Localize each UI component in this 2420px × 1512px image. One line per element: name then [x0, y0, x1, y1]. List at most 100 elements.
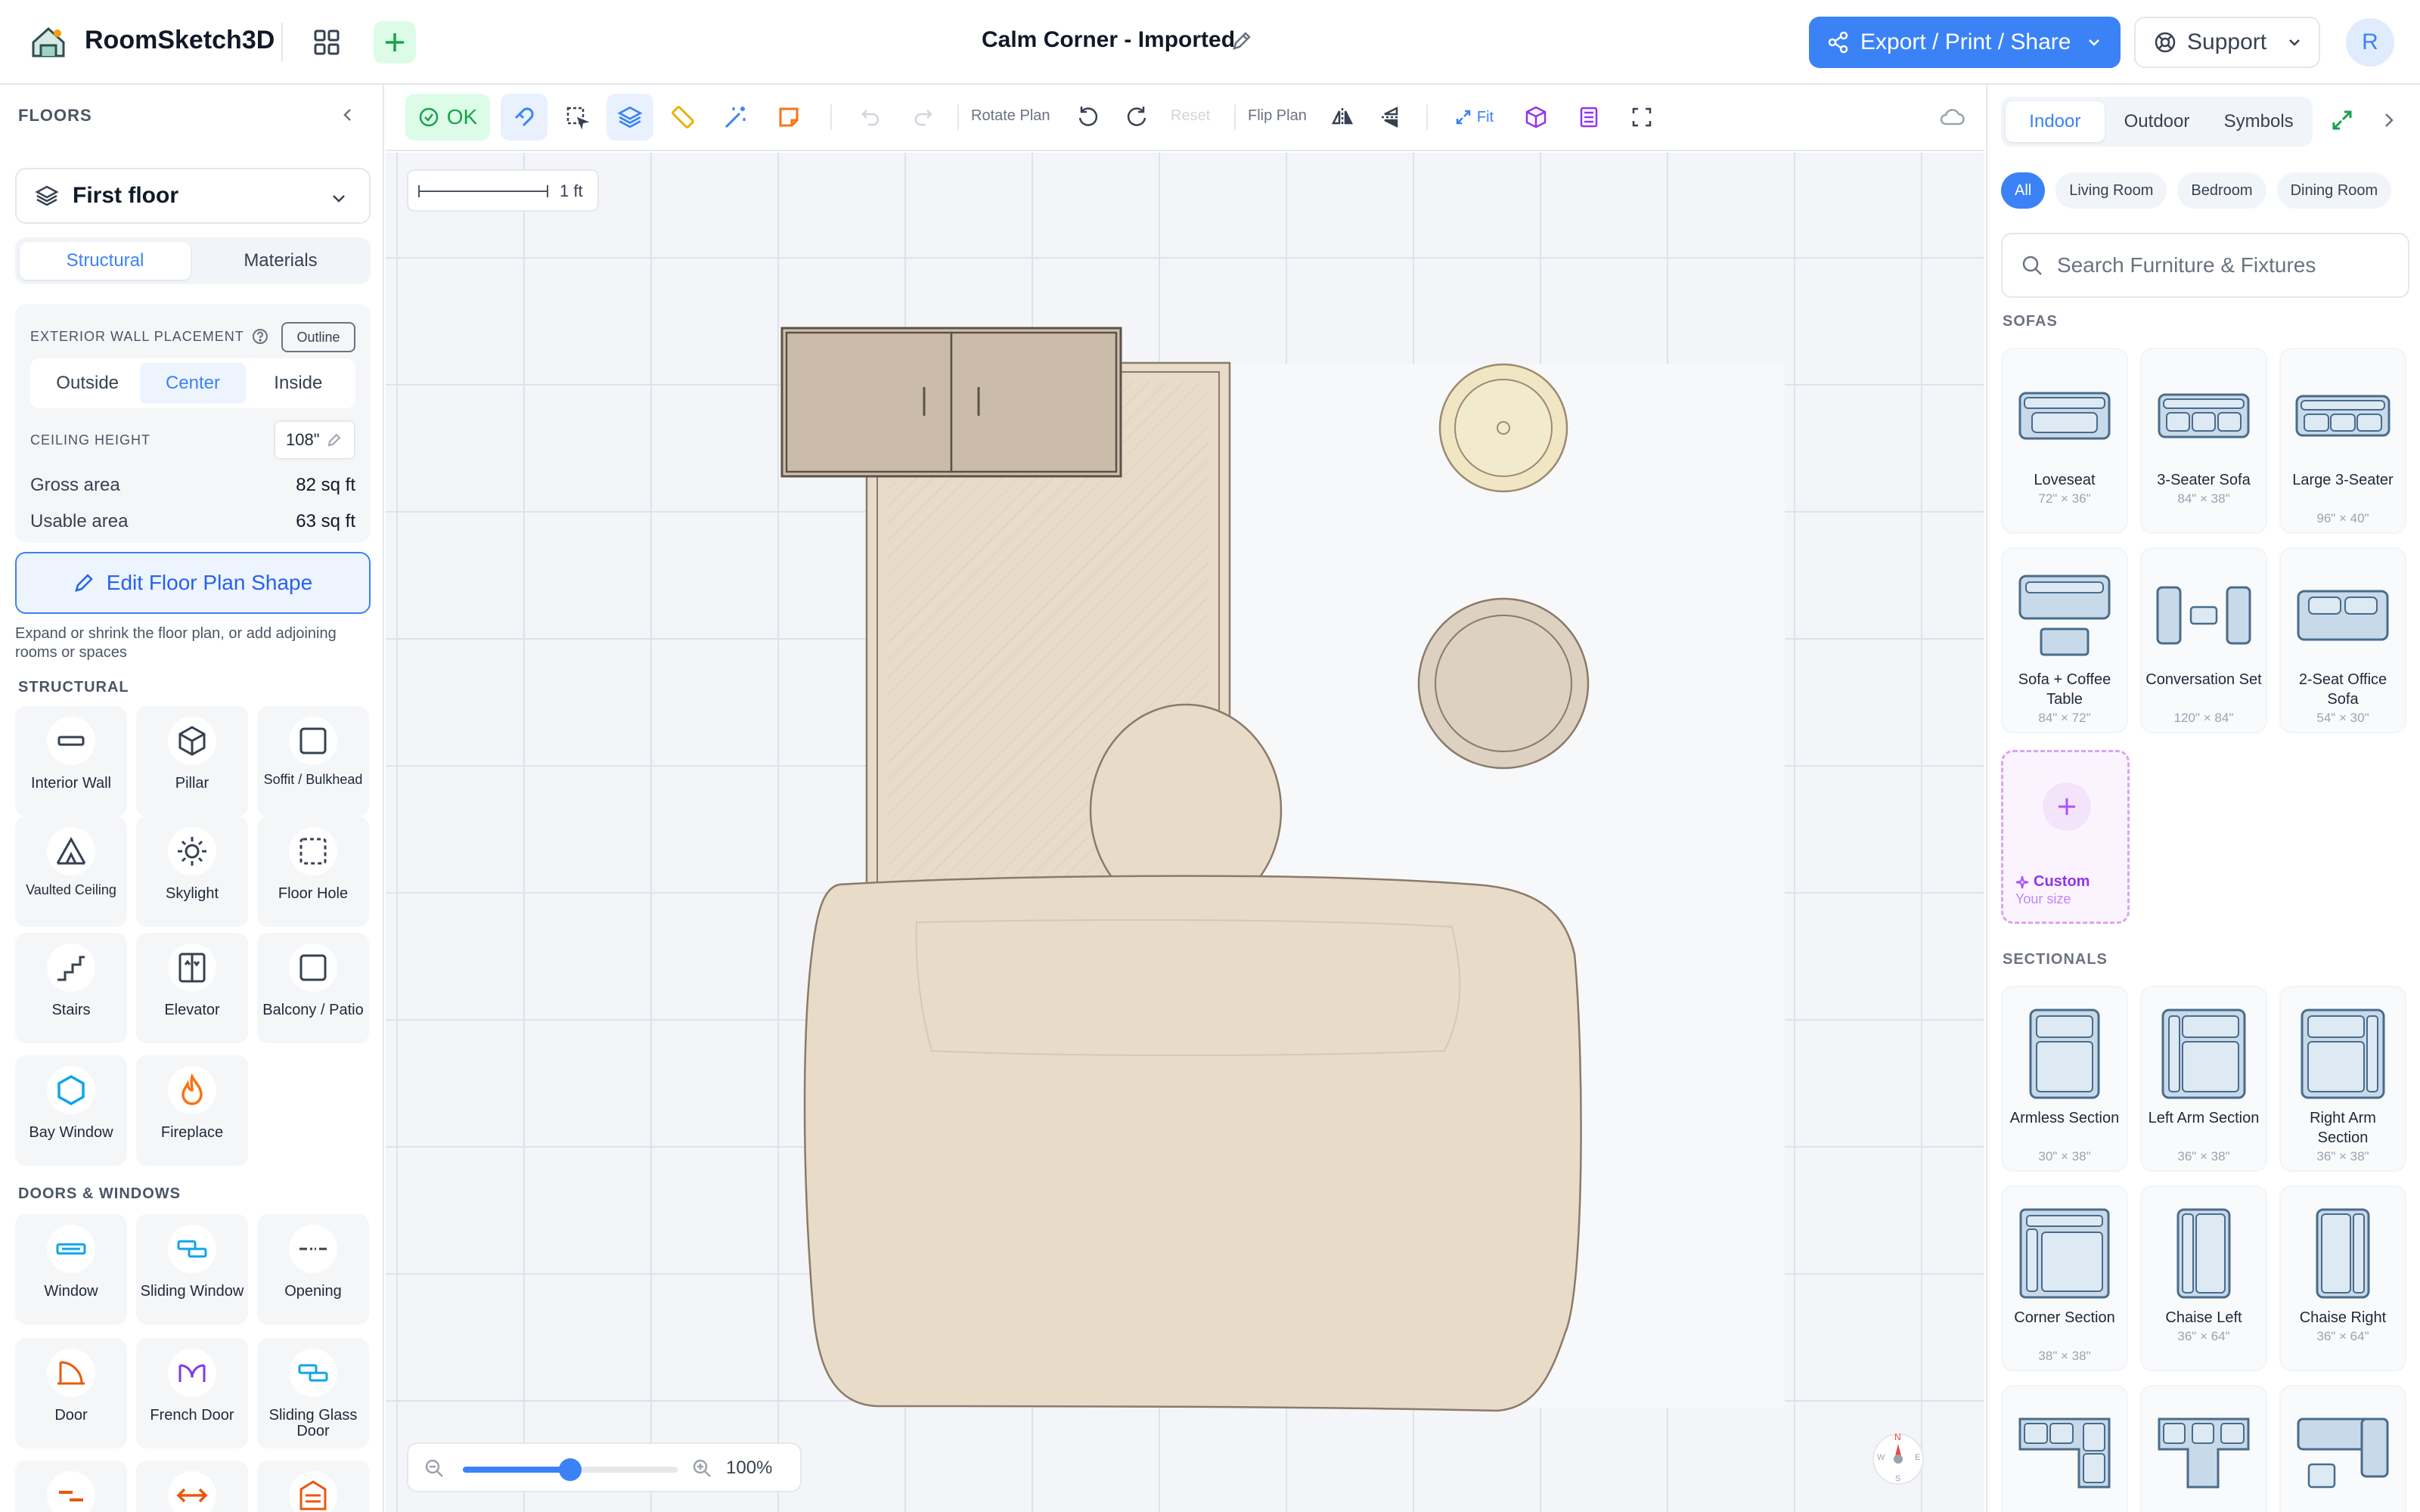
- tile-label: Bay Window: [29, 1124, 113, 1141]
- door-tile[interactable]: Door: [15, 1338, 127, 1448]
- collapse-right-panel-button[interactable]: [2379, 110, 2399, 134]
- garage-door-tile[interactable]: [257, 1461, 369, 1512]
- sliding-glass-door-tile[interactable]: Sliding Glass Door: [257, 1338, 369, 1448]
- magnet-snap-button[interactable]: [501, 94, 548, 141]
- chaise-left-item[interactable]: Chaise Left 36" × 64": [2140, 1185, 2267, 1371]
- tab-indoor[interactable]: Indoor: [2006, 101, 2105, 142]
- grid-icon[interactable]: [306, 21, 348, 64]
- building-view-button[interactable]: [1565, 94, 1612, 141]
- cabinet[interactable]: [780, 327, 1122, 478]
- chip-bedroom[interactable]: Bedroom: [2177, 172, 2266, 209]
- sectional-ottoman-item[interactable]: [2279, 1385, 2406, 1512]
- skylight-tile[interactable]: Skylight: [136, 816, 248, 927]
- furniture-search[interactable]: Search Furniture & Fixtures: [2001, 233, 2409, 298]
- right-arm-section-item[interactable]: Right Arm Section 36" × 38": [2279, 986, 2406, 1172]
- cube-icon: [1525, 106, 1547, 129]
- chip-dining-room[interactable]: Dining Room: [2276, 172, 2392, 209]
- undo-button[interactable]: [847, 94, 894, 141]
- 3d-view-button[interactable]: [1512, 94, 1559, 141]
- floor-plan-canvas[interactable]: 1 ft 100% N E S W: [386, 153, 1984, 1512]
- bean-bag-sofa[interactable]: [803, 875, 1582, 1412]
- pillar-tile[interactable]: Pillar: [136, 706, 248, 816]
- chip-living-room[interactable]: Living Room: [2055, 172, 2167, 209]
- pocket-door-tile[interactable]: [15, 1461, 127, 1512]
- wall-center-option[interactable]: Center: [140, 363, 246, 404]
- lifebuoy-icon: [2155, 32, 2176, 53]
- fullscreen-button[interactable]: [1618, 94, 1665, 141]
- l-sectional-item[interactable]: [2001, 1385, 2128, 1512]
- compass[interactable]: N E S W: [1872, 1432, 1924, 1485]
- 2-seat-office-sofa-item[interactable]: 2-Seat Office Sofa 54" × 30": [2279, 547, 2406, 733]
- chaise-right-item[interactable]: Chaise Right 36" × 64": [2279, 1185, 2406, 1371]
- flip-vertical-button[interactable]: [1367, 94, 1414, 141]
- magic-wand-button[interactable]: [712, 94, 759, 141]
- rotate-left-button[interactable]: [1065, 94, 1112, 141]
- zoom-in-icon[interactable]: [691, 1458, 712, 1479]
- pencil-icon[interactable]: [1231, 30, 1252, 55]
- collapse-panel-button[interactable]: [339, 106, 357, 128]
- redo-button[interactable]: [900, 94, 947, 141]
- outline-button[interactable]: Outline: [281, 322, 355, 352]
- tab-symbols[interactable]: Symbols: [2209, 101, 2308, 142]
- wall-inside-option[interactable]: Inside: [246, 363, 351, 404]
- left-arm-section-item[interactable]: Left Arm Section 36" × 38": [2140, 986, 2267, 1172]
- notes-button[interactable]: [765, 94, 812, 141]
- add-button[interactable]: [374, 21, 416, 64]
- loveseat-item[interactable]: Loveseat 72" × 36": [2001, 348, 2128, 534]
- fit-button[interactable]: Fit: [1440, 94, 1508, 141]
- window-tile[interactable]: Window: [15, 1214, 127, 1325]
- sliding-window-tile[interactable]: Sliding Window: [136, 1214, 248, 1325]
- floor-hole-tile[interactable]: Floor Hole: [257, 816, 369, 927]
- floor-select[interactable]: First floor: [15, 168, 371, 224]
- reset-button[interactable]: Reset: [1171, 107, 1210, 125]
- flip-horizontal-button[interactable]: [1319, 94, 1366, 141]
- sofa-coffee-table-item[interactable]: Sofa + Coffee Table 84" × 72": [2001, 547, 2128, 733]
- zoom-slider-track[interactable]: [463, 1458, 678, 1481]
- chip-all[interactable]: All: [2001, 172, 2046, 209]
- zoom-slider-thumb[interactable]: [559, 1458, 582, 1481]
- document-title[interactable]: Calm Corner - Imported: [982, 27, 1235, 53]
- armless-section-item[interactable]: Armless Section 30" × 38": [2001, 986, 2128, 1172]
- rotate-right-button[interactable]: [1113, 94, 1160, 141]
- measure-button[interactable]: [659, 94, 706, 141]
- conversation-set-item[interactable]: Conversation Set 120" × 84": [2140, 547, 2267, 733]
- custom-size-item[interactable]: Custom Your size: [2001, 750, 2130, 924]
- double-arrow-tile[interactable]: [136, 1461, 248, 1512]
- left-panel: FLOORS First floor Structural Materials …: [0, 85, 384, 1512]
- divider: [281, 23, 283, 62]
- stairs-tile[interactable]: Stairs: [15, 933, 127, 1043]
- 3-seater-sofa-item[interactable]: 3-Seater Sofa 84" × 38": [2140, 348, 2267, 534]
- bay-window-tile[interactable]: Bay Window: [15, 1055, 127, 1166]
- balcony-tile[interactable]: Balcony / Patio: [257, 933, 369, 1043]
- interior-wall-tile[interactable]: Interior Wall: [15, 706, 127, 816]
- opening-tile[interactable]: Opening: [257, 1214, 369, 1325]
- select-area-button[interactable]: [554, 94, 600, 141]
- ok-button[interactable]: OK: [405, 94, 490, 141]
- tab-materials[interactable]: Materials: [195, 242, 366, 280]
- u-sectional-item[interactable]: [2140, 1385, 2267, 1512]
- round-side-table[interactable]: [1417, 597, 1590, 770]
- tab-outdoor[interactable]: Outdoor: [2108, 101, 2207, 142]
- wall-outside-option[interactable]: Outside: [35, 363, 140, 404]
- corner-section-item[interactable]: Corner Section 38" × 38": [2001, 1185, 2128, 1371]
- avatar[interactable]: R: [2346, 18, 2394, 67]
- elevator-tile[interactable]: Elevator: [136, 933, 248, 1043]
- item-size: 84" × 72": [2038, 711, 2091, 725]
- ceiling-height-field[interactable]: 108": [274, 420, 355, 460]
- fireplace-tile[interactable]: Fireplace: [136, 1055, 248, 1166]
- expand-panel-button[interactable]: [2329, 107, 2355, 137]
- tab-structural[interactable]: Structural: [20, 242, 191, 280]
- soffit-tile[interactable]: Soffit / Bulkhead: [257, 706, 369, 816]
- vaulted-ceiling-tile[interactable]: Vaulted Ceiling: [15, 816, 127, 927]
- export-button[interactable]: Export / Print / Share: [1809, 17, 2121, 68]
- cloud-sync-button[interactable]: [1928, 94, 1975, 141]
- search-placeholder: Search Furniture & Fixtures: [2057, 253, 2316, 277]
- support-button[interactable]: Support: [2134, 17, 2320, 68]
- house-logo-icon[interactable]: [27, 23, 70, 62]
- edit-floor-plan-button[interactable]: Edit Floor Plan Shape: [15, 552, 371, 614]
- round-lamp[interactable]: [1438, 363, 1568, 493]
- large-3-seater-item[interactable]: Large 3-Seater 96" × 40": [2279, 348, 2406, 534]
- zoom-out-icon[interactable]: [424, 1458, 445, 1479]
- layers-button[interactable]: [607, 94, 653, 141]
- french-door-tile[interactable]: French Door: [136, 1338, 248, 1448]
